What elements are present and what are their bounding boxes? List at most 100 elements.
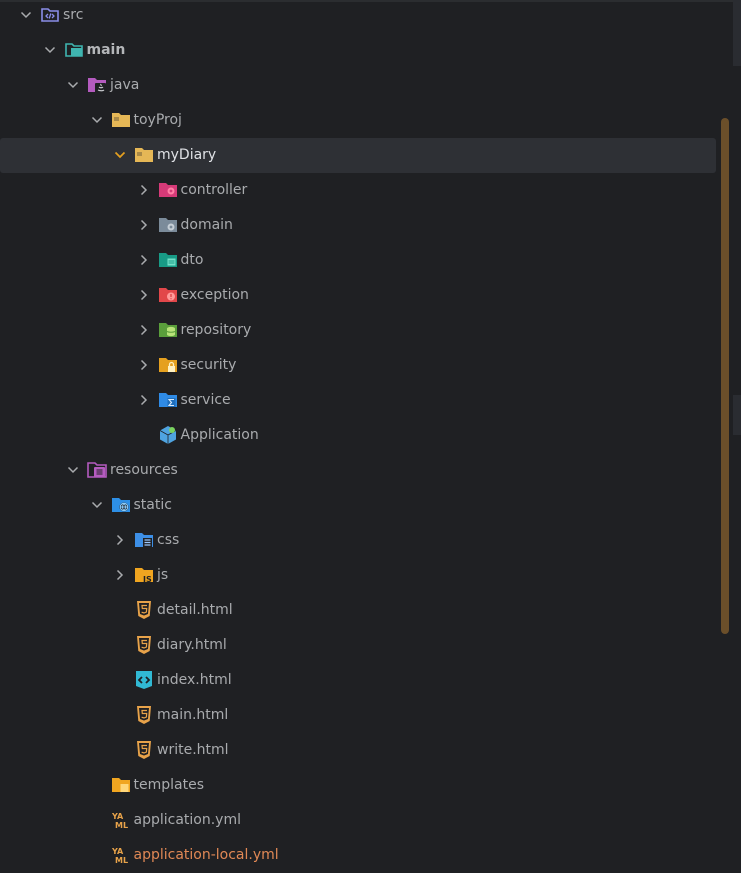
- tree-row-exception[interactable]: exception: [0, 278, 716, 313]
- tree-row-application-yml[interactable]: YA ML application.yml: [0, 803, 716, 838]
- tree-row-label: domain: [180, 217, 233, 233]
- tree-row-label: Application: [180, 427, 259, 443]
- chevron-down-icon[interactable]: [64, 76, 82, 94]
- chevron-right-icon[interactable]: [111, 566, 129, 584]
- tree-row-label: static: [133, 497, 172, 513]
- tree-row-label: detail.html: [157, 602, 233, 618]
- svg-text:YA: YA: [111, 847, 124, 856]
- domain-folder-icon: [158, 215, 178, 235]
- tree-row-controller[interactable]: controller: [0, 173, 716, 208]
- tree-row-templates[interactable]: templates: [0, 768, 716, 803]
- exception-folder-icon: [158, 285, 178, 305]
- service-folder-icon: [158, 390, 178, 410]
- svg-text:ML: ML: [115, 821, 128, 830]
- html5-file-icon: [134, 635, 154, 655]
- templates-folder-icon: [111, 775, 131, 795]
- tree-row-java[interactable]: java: [0, 68, 716, 103]
- yaml-file-icon: YA ML: [111, 845, 131, 865]
- tree-row-domain[interactable]: domain: [0, 208, 716, 243]
- tree-row-toyproj[interactable]: toyProj: [0, 103, 716, 138]
- tree-row-label: java: [110, 77, 140, 93]
- outer-scrollbar-marker: [733, 395, 741, 435]
- yaml-file-icon: YA ML: [111, 810, 131, 830]
- tree-row-label: dto: [180, 252, 204, 268]
- tree-row-label: toyProj: [133, 112, 182, 128]
- tree-row-label: main.html: [157, 707, 229, 723]
- tree-row-label: js: [157, 567, 169, 583]
- chevron-down-icon[interactable]: [88, 496, 106, 514]
- package-folder-icon: [111, 110, 131, 130]
- tree-scrollbar-thumb[interactable]: [721, 118, 729, 634]
- tree-row-label: myDiary: [157, 147, 217, 163]
- tree-row-diary-html[interactable]: diary.html: [0, 628, 716, 663]
- chevron-right-icon[interactable]: [135, 251, 153, 269]
- tree-row-security[interactable]: security: [0, 348, 716, 383]
- tree-row-label: controller: [180, 182, 248, 198]
- js-folder-icon: JS: [134, 565, 154, 585]
- outer-scrollbar-thumb[interactable]: [733, 0, 741, 66]
- repository-folder-icon: [158, 320, 178, 340]
- outer-scrollbar-track[interactable]: [733, 0, 741, 870]
- package-folder-icon: [134, 145, 154, 165]
- chevron-right-icon[interactable]: [135, 391, 153, 409]
- svg-text:YA: YA: [111, 812, 124, 821]
- spring-application-icon: [158, 425, 178, 445]
- tree-row-label: main: [86, 42, 126, 58]
- tree-row-label: service: [180, 392, 231, 408]
- tree-row-label: index.html: [157, 672, 232, 688]
- tree-row-application[interactable]: Application: [0, 418, 716, 453]
- chevron-down-icon[interactable]: [111, 146, 129, 164]
- security-folder-icon: [158, 355, 178, 375]
- html5-file-icon: [134, 705, 154, 725]
- project-tree[interactable]: src main java toyProj myDiary controller domai…: [0, 0, 741, 870]
- chevron-right-icon[interactable]: [135, 321, 153, 339]
- html-code-file-icon: [134, 670, 154, 690]
- tree-row-label: exception: [180, 287, 249, 303]
- tree-row-main[interactable]: main: [0, 33, 716, 68]
- tree-row-label: security: [180, 357, 237, 373]
- svg-text:JS: JS: [142, 575, 152, 584]
- chevron-right-icon[interactable]: [135, 216, 153, 234]
- tree-row-index-html[interactable]: index.html: [0, 663, 716, 698]
- tree-row-detail-html[interactable]: detail.html: [0, 593, 716, 628]
- tree-row-label: diary.html: [157, 637, 227, 653]
- java-sources-folder-icon: [87, 75, 107, 95]
- svg-text:ML: ML: [115, 856, 128, 865]
- tree-row-dto[interactable]: dto: [0, 243, 716, 278]
- controller-folder-icon: [158, 180, 178, 200]
- tree-row-application-local-yml[interactable]: YA ML application-local.yml: [0, 838, 716, 873]
- tree-row-css[interactable]: css: [0, 523, 716, 558]
- dto-folder-icon: [158, 250, 178, 270]
- tree-row-label: src: [63, 7, 84, 23]
- chevron-right-icon[interactable]: [135, 356, 153, 374]
- resources-folder-icon: [87, 460, 107, 480]
- source-root-icon: [40, 5, 60, 25]
- tree-row-src[interactable]: src: [0, 0, 716, 33]
- chevron-down-icon[interactable]: [64, 461, 82, 479]
- tree-row-resources[interactable]: resources: [0, 453, 716, 488]
- tree-row-label: resources: [110, 462, 178, 478]
- tree-row-label: repository: [180, 322, 252, 338]
- css-folder-icon: [134, 530, 154, 550]
- tree-row-static[interactable]: static: [0, 488, 716, 523]
- tree-row-repository[interactable]: repository: [0, 313, 716, 348]
- html5-file-icon: [134, 740, 154, 760]
- chevron-right-icon[interactable]: [135, 286, 153, 304]
- tree-row-label: templates: [133, 777, 205, 793]
- chevron-down-icon[interactable]: [17, 6, 35, 24]
- tree-row-label: write.html: [157, 742, 229, 758]
- tree-row-service[interactable]: service: [0, 383, 716, 418]
- tree-row-mydiary[interactable]: myDiary: [0, 138, 716, 173]
- tree-row-label: application-local.yml: [133, 847, 279, 863]
- tree-row-js[interactable]: JS js: [0, 558, 716, 593]
- tree-row-main-html[interactable]: main.html: [0, 698, 716, 733]
- tree-row-label: application.yml: [133, 812, 242, 828]
- chevron-right-icon[interactable]: [111, 531, 129, 549]
- chevron-down-icon[interactable]: [88, 111, 106, 129]
- chevron-down-icon[interactable]: [41, 41, 59, 59]
- static-web-folder-icon: [111, 495, 131, 515]
- chevron-right-icon[interactable]: [135, 181, 153, 199]
- tree-row-label: css: [157, 532, 180, 548]
- module-icon: [64, 40, 84, 60]
- tree-row-write-html[interactable]: write.html: [0, 733, 716, 768]
